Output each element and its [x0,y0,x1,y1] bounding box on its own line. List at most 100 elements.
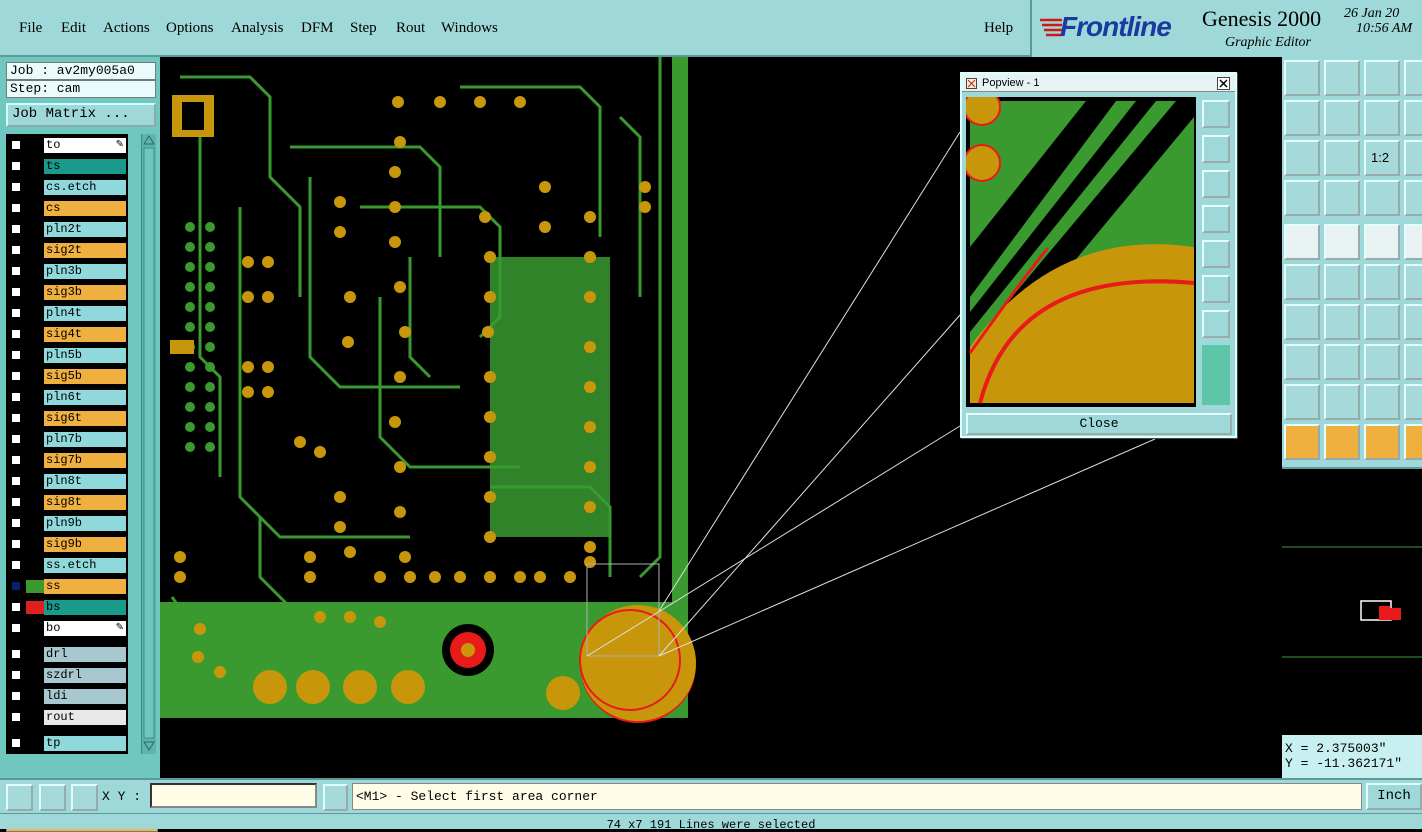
layer-checkbox[interactable] [11,224,21,234]
layer-checkbox[interactable] [11,476,21,486]
close-icon[interactable] [1217,77,1230,90]
layer-row[interactable]: sig7b [6,453,128,468]
layer-name[interactable]: pln8t [44,474,126,489]
layer-checkbox[interactable] [11,413,21,423]
pointer-icon[interactable] [1284,424,1320,460]
layer-checkbox[interactable] [11,497,21,507]
dimension-icon[interactable] [1364,344,1400,380]
layer-name[interactable]: pln2t [44,222,126,237]
text-edit-icon[interactable] [1364,384,1400,420]
layer-name[interactable]: bo ✎ [44,621,126,636]
layer-name[interactable]: ss [44,579,126,594]
layer-name[interactable]: pln3b [44,264,126,279]
home-icon[interactable] [1364,60,1400,96]
layer-checkbox[interactable] [11,266,21,276]
layer-name[interactable]: sig6t [44,411,126,426]
layer-row[interactable]: pln5b [6,348,128,363]
angle-mode-icon[interactable] [39,784,66,811]
pan-left-tool-icon[interactable] [1284,100,1320,136]
job-matrix-button[interactable]: Job Matrix ... [6,103,156,127]
layer-checkbox[interactable] [11,581,21,591]
menu-options[interactable]: Options [166,20,214,37]
layer-row[interactable]: ss [6,579,128,594]
triangle-tool-icon[interactable] [1284,384,1320,420]
layer-color-swatch[interactable] [26,601,44,614]
popview-close-button[interactable]: Close [966,413,1232,435]
layer-display-icon[interactable] [1364,180,1400,216]
layer-row[interactable]: sig4t [6,327,128,342]
layer-checkbox[interactable] [11,371,21,381]
layer-checkbox[interactable] [11,434,21,444]
overview-map[interactable] [1282,467,1422,735]
zoom-ratio-icon[interactable]: 1:2 [1364,140,1400,176]
delete-point-icon[interactable] [1324,264,1360,300]
layer-checkbox[interactable] [11,738,21,748]
pan-right-icon[interactable] [1202,240,1230,268]
menu-step[interactable]: Step [350,20,377,37]
layer-row[interactable]: tp [6,736,128,751]
ruler-icon[interactable] [1364,224,1400,260]
menu-windows[interactable]: Windows [441,20,498,37]
layer-row[interactable]: pln8t [6,474,128,489]
extra-tool-icon[interactable] [1404,140,1422,176]
layer-name[interactable]: sig5b [44,369,126,384]
menu-dfm[interactable]: DFM [301,20,334,37]
layer-name[interactable]: sig9b [44,537,126,552]
layer-checkbox[interactable] [11,518,21,528]
layer-row[interactable]: bo ✎ [6,621,128,636]
angle-icon[interactable] [1284,304,1320,340]
layer-row[interactable]: ss.etch [6,558,128,573]
layer-checkbox[interactable] [11,560,21,570]
menu-analysis[interactable]: Analysis [231,20,284,37]
layer-name[interactable]: ss.etch [44,558,126,573]
menu-file[interactable]: File [19,20,42,37]
zoom-in-icon[interactable] [1202,275,1230,303]
layer-row[interactable]: szdrl [6,668,128,683]
layer-name[interactable]: rout [44,710,126,725]
arc-icon[interactable] [1364,304,1400,340]
layer-name[interactable]: sig3b [44,285,126,300]
window-menu-icon[interactable] [966,78,977,89]
layer-name[interactable]: pln6t [44,390,126,405]
layer-checkbox[interactable] [11,670,21,680]
menu-help[interactable]: Help [984,20,1013,37]
horizontal-line-icon[interactable] [1324,344,1360,380]
extra-tool-icon[interactable] [1404,100,1422,136]
layer-name[interactable]: sig7b [44,453,126,468]
popview-zoom-view[interactable] [966,97,1196,407]
layer-name[interactable]: pln4t [44,306,126,321]
layer-row[interactable]: sig2t [6,243,128,258]
units-button[interactable]: Inch [1366,783,1422,810]
layer-row[interactable]: cs [6,201,128,216]
layer-name[interactable]: bs [44,600,126,615]
layer-name[interactable]: szdrl [44,668,126,683]
layer-row[interactable]: cs.etch [6,180,128,195]
select-feature-icon[interactable] [1284,224,1320,260]
layer-name[interactable]: pln5b [44,348,126,363]
layer-checkbox[interactable] [11,308,21,318]
fill-icon[interactable] [1324,224,1360,260]
zoom-out-icon[interactable] [1202,310,1230,338]
menu-edit[interactable]: Edit [61,20,86,37]
layer-row[interactable]: sig3b [6,285,128,300]
layer-checkbox[interactable] [11,691,21,701]
layer-checkbox[interactable] [11,140,21,150]
toggle-icon[interactable] [323,784,348,811]
layer-name[interactable]: ldi [44,689,126,704]
layer-checkbox[interactable] [11,392,21,402]
layer-row[interactable]: ts [6,159,128,174]
layer-checkbox[interactable] [11,649,21,659]
layer-row[interactable]: ldi [6,689,128,704]
extra-tool-icon[interactable] [1404,344,1422,380]
extra-tool-icon[interactable] [1404,304,1422,340]
zoom-home-icon[interactable] [1284,140,1320,176]
pan-up-icon[interactable] [1202,135,1230,163]
add-point-icon[interactable] [1364,264,1400,300]
extra-tool-icon[interactable] [1404,264,1422,300]
layer-color-swatch[interactable] [26,580,44,593]
layer-list-scrollbar[interactable] [141,134,156,754]
layer-name[interactable]: pln9b [44,516,126,531]
zoom-center-icon[interactable] [1324,140,1360,176]
snap-mode-icon[interactable] [6,784,33,811]
line-icon[interactable] [1324,304,1360,340]
